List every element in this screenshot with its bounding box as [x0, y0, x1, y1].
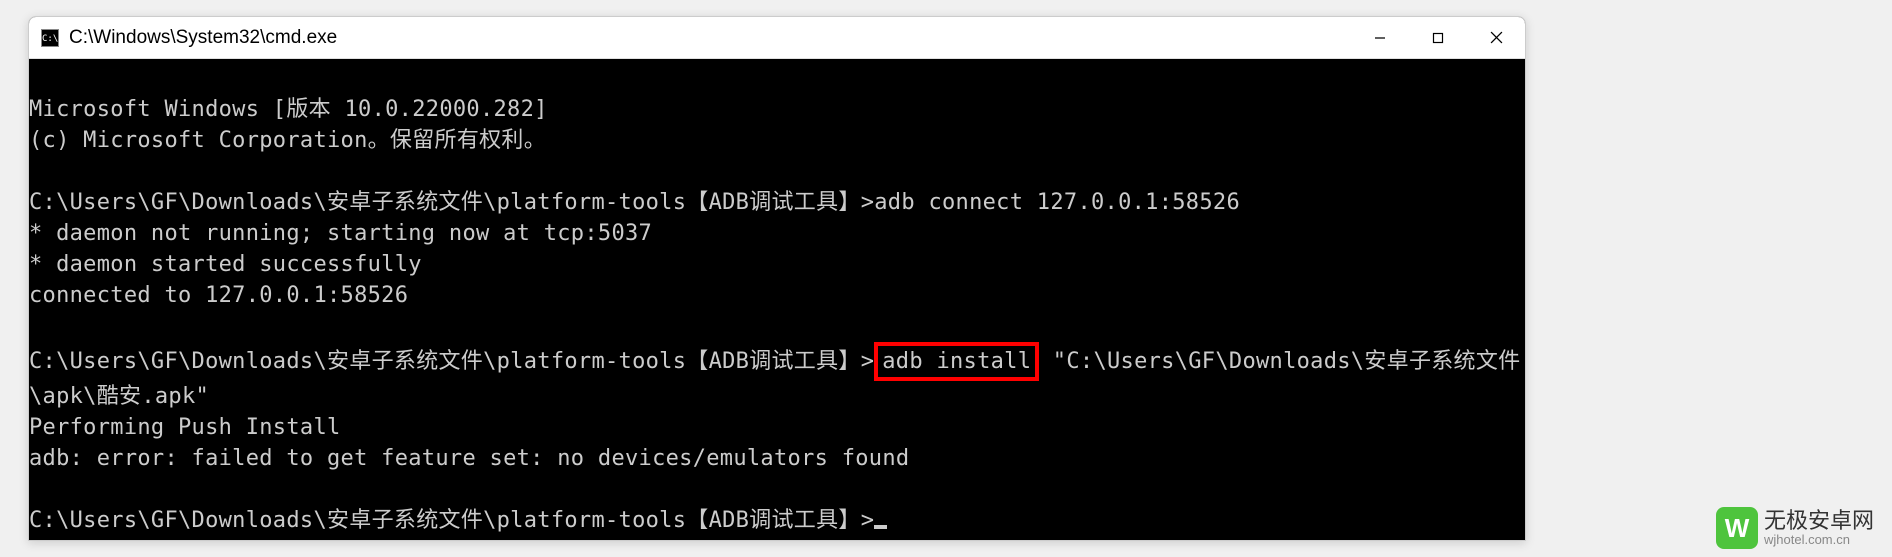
highlighted-command: adb install [874, 342, 1039, 381]
prompt: C:\Users\GF\Downloads\安卓子系统文件\platform-t… [29, 190, 874, 215]
watermark: W 无极安卓网 wjhotel.com.cn [1716, 507, 1874, 549]
window-controls [1351, 17, 1525, 58]
close-button[interactable] [1467, 17, 1525, 58]
maximize-button[interactable] [1409, 17, 1467, 58]
terminal-output[interactable]: Microsoft Windows [版本 10.0.22000.282] (c… [29, 59, 1525, 540]
maximize-icon [1432, 32, 1444, 44]
terminal-line: adb: error: failed to get feature set: n… [29, 446, 909, 471]
terminal-line: * daemon not running; starting now at tc… [29, 221, 652, 246]
cmd-window: C:\ C:\Windows\System32\cmd.exe Microsof… [28, 16, 1526, 541]
terminal-line: connected to 127.0.0.1:58526 [29, 283, 408, 308]
terminal-line: C:\Users\GF\Downloads\安卓子系统文件\platform-t… [29, 508, 887, 533]
titlebar[interactable]: C:\ C:\Windows\System32\cmd.exe [29, 17, 1525, 59]
terminal-line: C:\Users\GF\Downloads\安卓子系统文件\platform-t… [29, 349, 1520, 409]
terminal-line: C:\Users\GF\Downloads\安卓子系统文件\platform-t… [29, 190, 1240, 215]
watermark-logo-icon: W [1716, 507, 1758, 549]
minimize-icon [1374, 32, 1386, 44]
prompt: C:\Users\GF\Downloads\安卓子系统文件\platform-t… [29, 349, 874, 374]
watermark-title: 无极安卓网 [1764, 509, 1874, 533]
cursor [874, 525, 887, 529]
terminal-line: (c) Microsoft Corporation。保留所有权利。 [29, 128, 546, 153]
terminal-line: Microsoft Windows [版本 10.0.22000.282] [29, 97, 548, 122]
terminal-line: * daemon started successfully [29, 252, 422, 277]
watermark-url: wjhotel.com.cn [1764, 533, 1874, 547]
close-icon [1490, 31, 1503, 44]
watermark-text: 无极安卓网 wjhotel.com.cn [1764, 509, 1874, 547]
window-title: C:\Windows\System32\cmd.exe [69, 27, 1351, 49]
minimize-button[interactable] [1351, 17, 1409, 58]
prompt: C:\Users\GF\Downloads\安卓子系统文件\platform-t… [29, 508, 874, 533]
command-text: adb connect 127.0.0.1:58526 [874, 190, 1240, 215]
terminal-line: Performing Push Install [29, 415, 341, 440]
cmd-icon: C:\ [41, 29, 59, 47]
